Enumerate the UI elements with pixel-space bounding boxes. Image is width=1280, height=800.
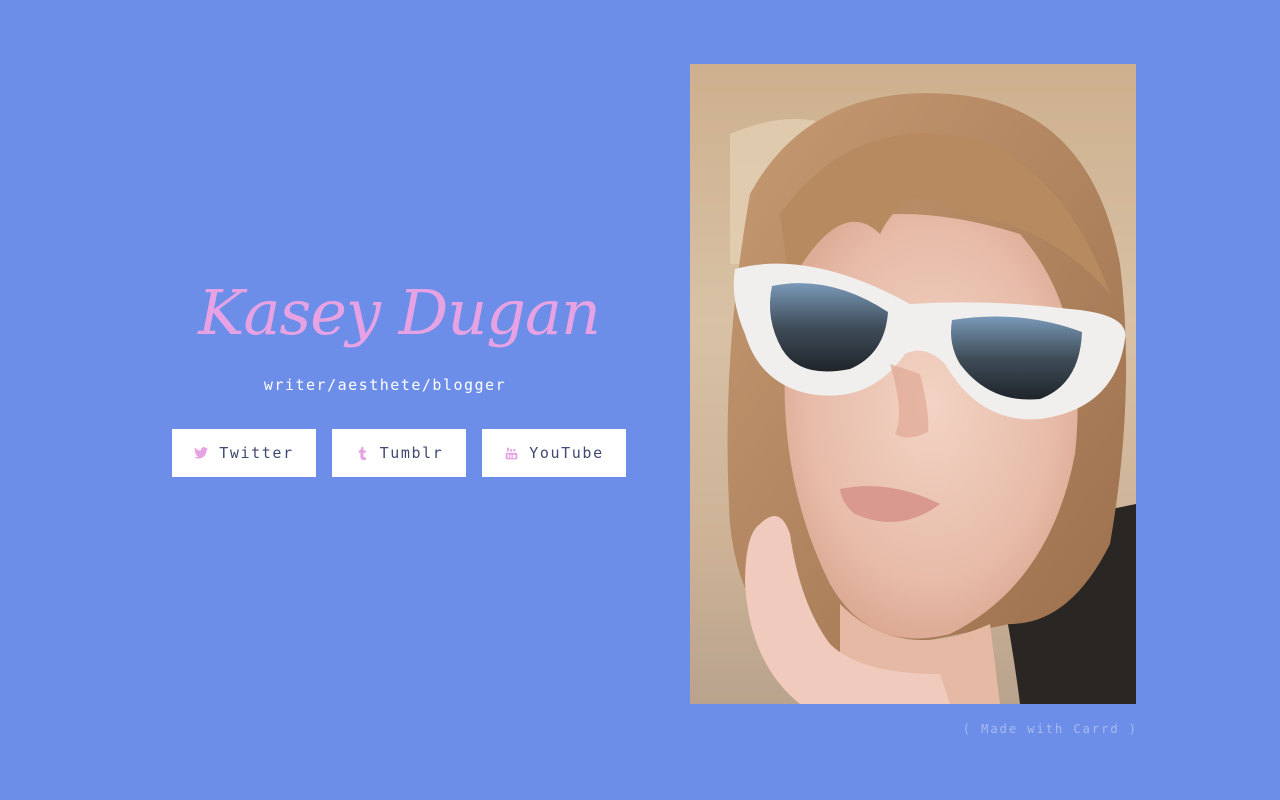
- tumblr-icon: [355, 446, 369, 460]
- profile-name: Kasey Dugan: [198, 276, 601, 349]
- profile-column: Kasey Dugan writer/aesthete/blogger Twit…: [140, 0, 658, 800]
- youtube-icon: [504, 446, 518, 460]
- made-with-carrd-link[interactable]: ( Made with Carrd ): [890, 720, 1138, 738]
- profile-photo: [690, 64, 1136, 704]
- youtube-label: YouTube: [529, 444, 604, 462]
- social-links: Twitter Tumblr YouTube: [172, 429, 626, 477]
- twitter-button[interactable]: Twitter: [172, 429, 316, 477]
- tumblr-label: Tumblr: [379, 444, 444, 462]
- youtube-button[interactable]: YouTube: [482, 429, 626, 477]
- profile-tagline: writer/aesthete/blogger: [263, 376, 507, 394]
- tumblr-button[interactable]: Tumblr: [332, 429, 466, 477]
- twitter-label: Twitter: [219, 444, 294, 462]
- twitter-icon: [194, 446, 209, 460]
